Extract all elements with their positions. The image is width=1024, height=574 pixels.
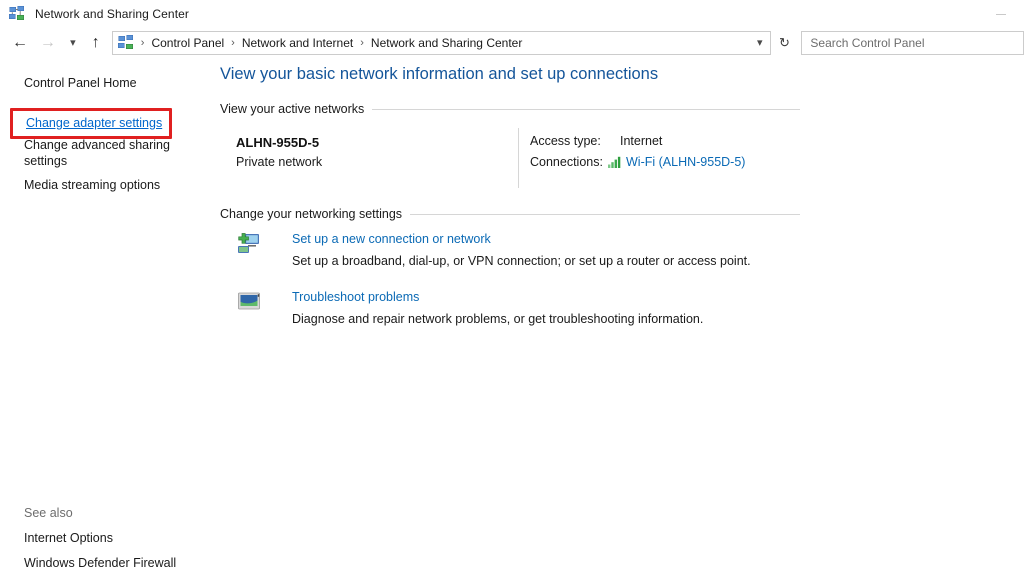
troubleshoot-icon	[238, 292, 260, 310]
section-heading-active-networks: View your active networks	[220, 102, 800, 116]
access-type-value: Internet	[620, 134, 663, 148]
highlight-annotation: Change adapter settings	[10, 108, 173, 139]
network-name: ALHN-955D-5	[236, 135, 320, 150]
task-description-troubleshoot-problems: Diagnose and repair network problems, or…	[292, 312, 704, 326]
breadcrumb-network-and-sharing-center[interactable]: Network and Sharing Center	[371, 36, 522, 50]
minimize-icon	[996, 13, 1006, 15]
wifi-signal-icon	[608, 156, 621, 168]
breadcrumb-separator-2: ›	[360, 37, 364, 49]
breadcrumb-network-and-internet[interactable]: Network and Internet	[242, 36, 353, 50]
sidebar-item-media-streaming-options[interactable]: Media streaming options	[0, 177, 176, 193]
sidebar: Control Panel Home Change adapter settin…	[0, 58, 218, 574]
address-dropdown-chevron-down-icon[interactable]: ▾	[757, 36, 763, 49]
search-input[interactable]	[802, 36, 1023, 50]
content-area: Control Panel Home Change adapter settin…	[0, 58, 1024, 574]
address-bar[interactable]: › Control Panel › Network and Internet ›…	[111, 31, 772, 55]
network-profile-type: Private network	[236, 155, 323, 169]
see-also-section: See also Internet Options Windows Defend…	[0, 505, 218, 571]
connections-label: Connections:	[530, 155, 603, 169]
see-also-item-internet-options[interactable]: Internet Options	[0, 530, 218, 546]
red-highlight-box: Change adapter settings	[10, 108, 173, 139]
back-arrow-icon[interactable]: ←	[6, 29, 34, 57]
active-network-block: ALHN-955D-5 Private network Access type:…	[218, 128, 808, 190]
vertical-divider	[518, 128, 519, 188]
new-connection-icon	[238, 233, 259, 253]
recent-locations-chevron-down-icon[interactable]: ▾	[62, 29, 84, 57]
main-panel: View your basic network information and …	[218, 58, 1024, 574]
refresh-icon[interactable]: ↻	[771, 31, 797, 55]
task-description-set-up-new-connection: Set up a broadband, dial-up, or VPN conn…	[292, 254, 751, 268]
window-controls	[978, 0, 1024, 28]
window-title: Network and Sharing Center	[35, 7, 190, 21]
forward-arrow-icon[interactable]: →	[34, 29, 62, 57]
up-arrow-icon[interactable]: ↑	[84, 29, 108, 57]
breadcrumb-separator-1: ›	[231, 37, 235, 49]
section-heading-change-networking-settings-label: Change your networking settings	[220, 207, 403, 221]
section-divider	[372, 108, 800, 110]
task-link-troubleshoot-problems[interactable]: Troubleshoot problems	[292, 289, 419, 305]
see-also-item-windows-defender-firewall[interactable]: Windows Defender Firewall	[0, 555, 218, 571]
section-heading-active-networks-label: View your active networks	[220, 102, 365, 116]
network-sharing-icon	[9, 6, 24, 20]
navigation-bar: ← → ▾ ↑ › Control Panel › Network and In…	[0, 28, 1024, 58]
search-box[interactable]	[801, 31, 1024, 55]
breadcrumb-separator-0: ›	[140, 37, 145, 49]
connection-link-wifi[interactable]: Wi-Fi (ALHN-955D-5)	[626, 155, 745, 169]
section-heading-change-networking-settings: Change your networking settings	[220, 207, 800, 221]
access-type-label: Access type:	[530, 134, 601, 148]
title-bar: Network and Sharing Center	[0, 0, 1024, 28]
sidebar-item-change-advanced-sharing-settings[interactable]: Change advanced sharing settings	[0, 137, 190, 169]
address-network-sharing-icon	[117, 35, 133, 49]
page-title: View your basic network information and …	[220, 65, 659, 83]
breadcrumb-control-panel[interactable]: Control Panel	[151, 36, 224, 50]
section-divider	[410, 213, 800, 215]
sidebar-item-control-panel-home[interactable]: Control Panel Home	[0, 75, 218, 91]
connections-value: Wi-Fi (ALHN-955D-5)	[608, 155, 745, 169]
sidebar-item-change-adapter-settings[interactable]: Change adapter settings	[26, 116, 162, 130]
see-also-heading: See also	[24, 506, 73, 520]
task-link-set-up-new-connection[interactable]: Set up a new connection or network	[292, 231, 491, 247]
minimize-button[interactable]	[978, 0, 1024, 28]
